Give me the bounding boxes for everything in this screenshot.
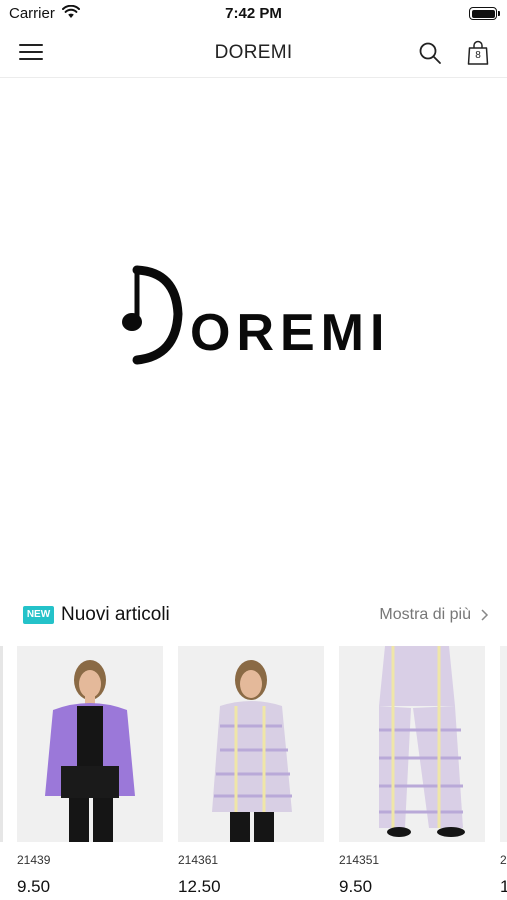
product-image[interactable] xyxy=(178,646,324,842)
battery-icon xyxy=(469,7,500,20)
chevron-right-icon[interactable] xyxy=(479,608,489,622)
status-bar: Carrier 7:42 PM xyxy=(0,0,507,28)
new-badge: NEW xyxy=(23,606,54,624)
product-card[interactable]: 214351 9.50 xyxy=(339,646,485,900)
show-more-link[interactable]: Mostra di più xyxy=(379,606,471,624)
model-photo xyxy=(178,646,324,842)
product-card[interactable]: 21439 9.50 xyxy=(17,646,163,900)
nav-bar: DOREMI 8 xyxy=(0,28,507,78)
product-image[interactable] xyxy=(339,646,485,842)
brand-logo: OREMI xyxy=(118,262,418,367)
product-code: 21439 xyxy=(17,853,51,867)
product-code: 2 xyxy=(500,853,507,867)
cart-count-badge: 8 xyxy=(475,50,481,61)
product-code: 214361 xyxy=(178,853,219,867)
new-arrivals-header: NEW Nuovi articoli Mostra di più xyxy=(0,600,507,630)
section-title: Nuovi articoli xyxy=(61,604,170,625)
music-note-d-logo-icon xyxy=(122,265,183,365)
search-icon[interactable] xyxy=(418,41,442,65)
logo-wordmark: OREMI xyxy=(190,304,391,362)
partial-product-card-right[interactable]: 2 1 xyxy=(500,646,507,900)
product-price: 9.50 xyxy=(17,877,51,896)
model-photo xyxy=(17,646,163,842)
product-image[interactable] xyxy=(17,646,163,842)
product-price: 1 xyxy=(500,877,507,896)
clock: 7:42 PM xyxy=(225,5,282,22)
product-carousel[interactable]: 21439 9.50 214361 12.50 214351 9.50 2 1 xyxy=(0,646,507,900)
product-card[interactable]: 214361 12.50 xyxy=(178,646,324,900)
partial-product-card-left[interactable] xyxy=(0,646,3,842)
product-price: 12.50 xyxy=(178,877,221,896)
hamburger-menu-icon[interactable] xyxy=(19,42,43,62)
shopping-bag-button[interactable]: 8 xyxy=(467,40,489,66)
product-price: 9.50 xyxy=(339,877,373,896)
product-image[interactable] xyxy=(500,646,507,842)
model-photo xyxy=(339,646,485,842)
product-code: 214351 xyxy=(339,853,380,867)
